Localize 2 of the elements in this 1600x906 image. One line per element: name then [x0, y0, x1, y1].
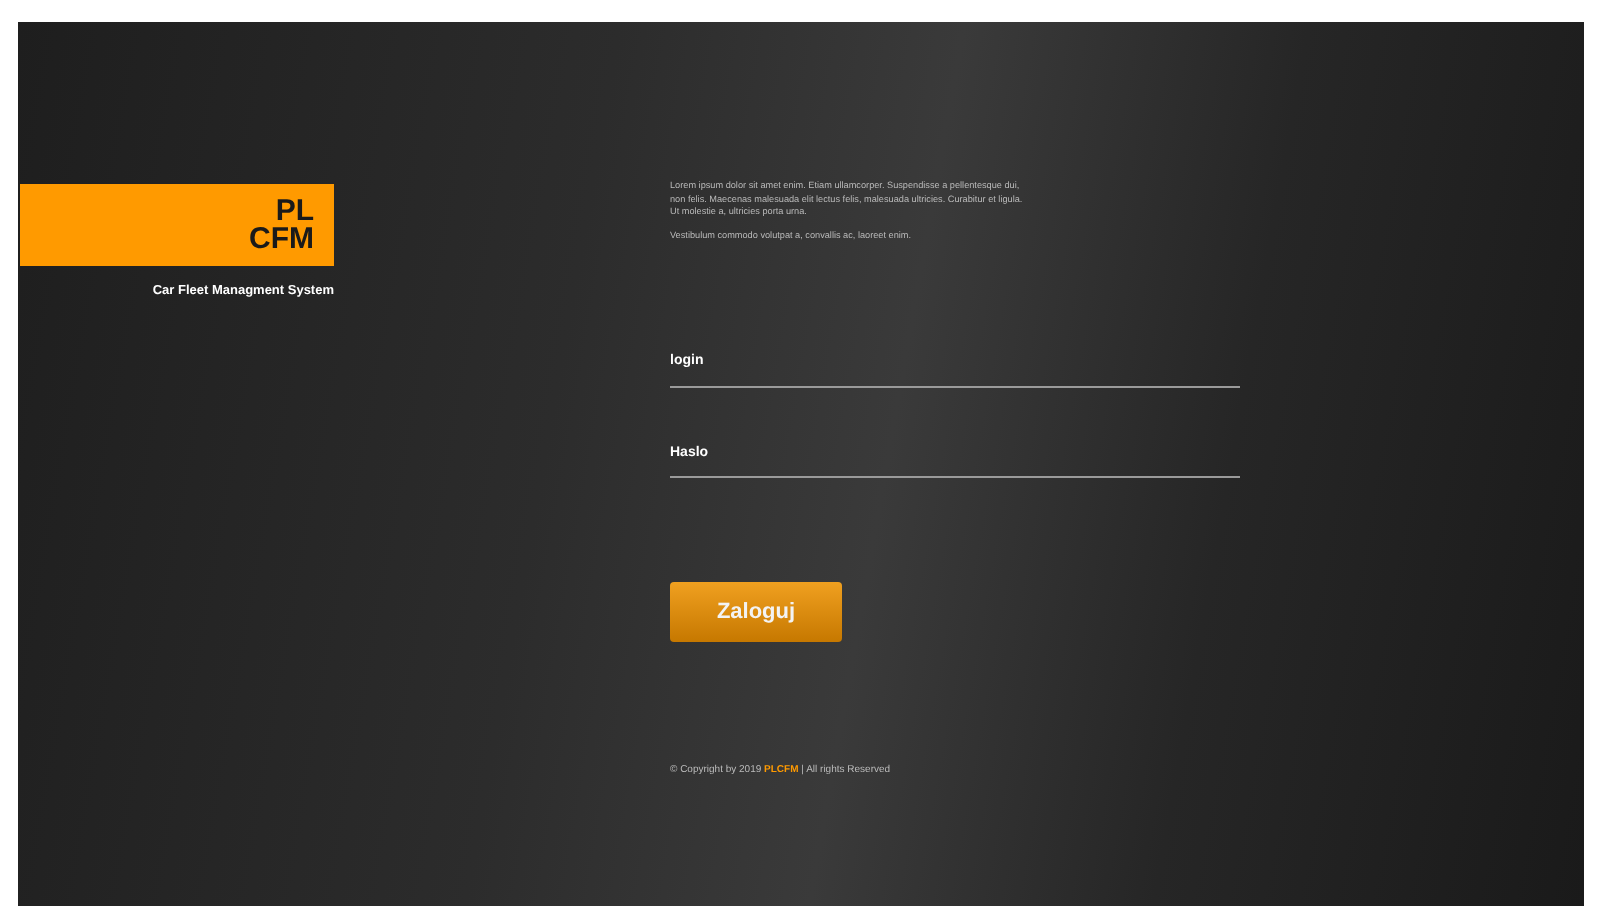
logo-text: CFM — [249, 225, 314, 253]
logo-text: PL — [275, 197, 314, 225]
